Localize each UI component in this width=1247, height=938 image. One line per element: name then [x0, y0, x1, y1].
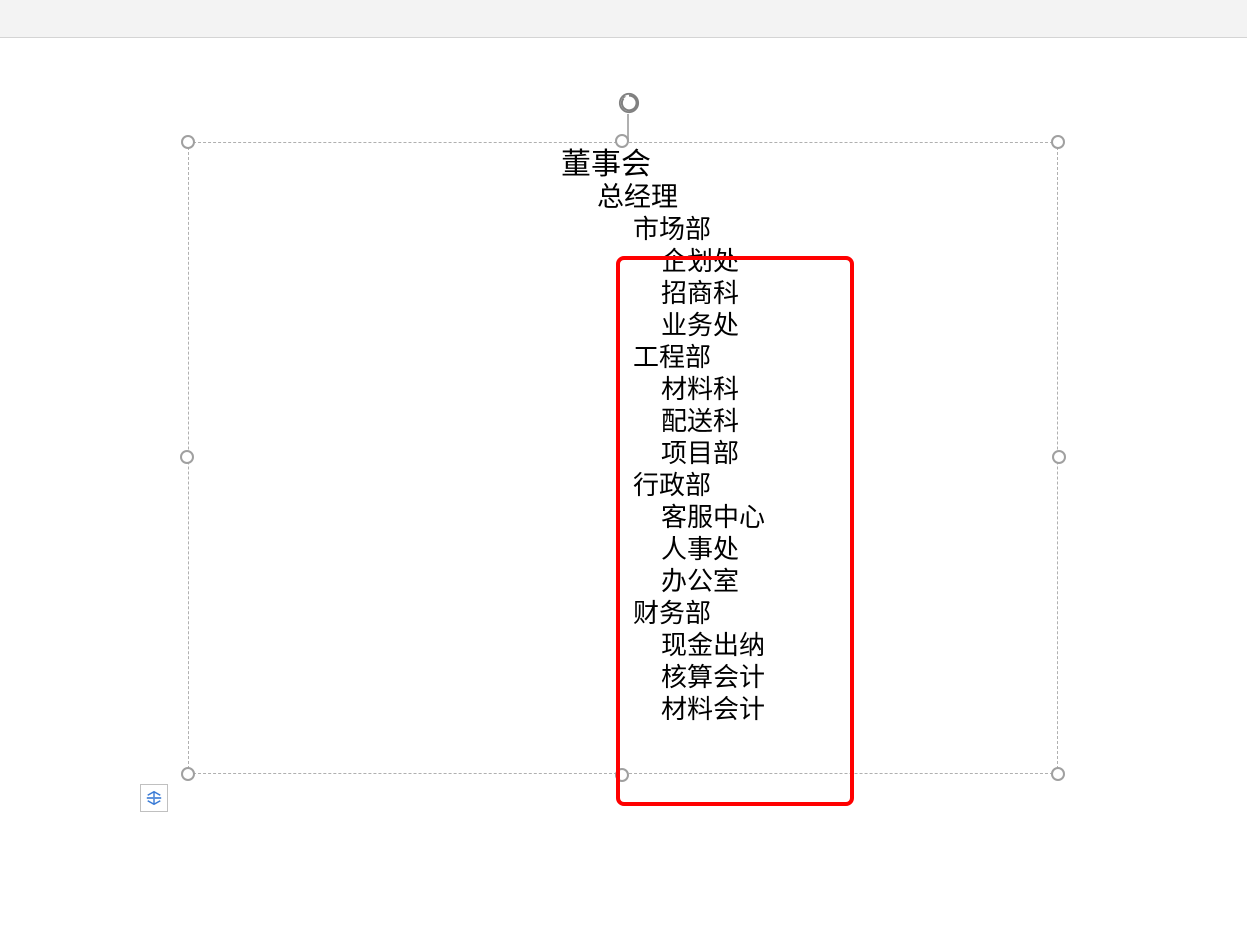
watermark-brand: Bai [1006, 837, 1071, 885]
outline-child[interactable]: 材料会计 [561, 693, 765, 725]
outline-child[interactable]: 企划处 [561, 245, 765, 277]
resize-handle-middle-left[interactable] [180, 450, 194, 464]
outline-child[interactable]: 项目部 [561, 437, 765, 469]
ribbon-placeholder [0, 0, 1247, 38]
resize-handle-middle-right[interactable] [1052, 450, 1066, 464]
paw-icon [1077, 841, 1127, 881]
outline-child[interactable]: 材料科 [561, 373, 765, 405]
outline-dept[interactable]: 财务部 [561, 597, 765, 629]
document-canvas[interactable]: 董事会 总经理 市场部 企划处 招商科 业务处 工程部 材料科 配送科 项目部 … [0, 38, 1247, 938]
resize-handle-bottom-center[interactable] [615, 768, 629, 782]
resize-handle-bottom-right[interactable] [1051, 767, 1065, 781]
org-outline-text[interactable]: 董事会 总经理 市场部 企划处 招商科 业务处 工程部 材料科 配送科 项目部 … [561, 149, 765, 725]
smartart-selection-box[interactable]: 董事会 总经理 市场部 企划处 招商科 业务处 工程部 材料科 配送科 项目部 … [188, 142, 1058, 774]
resize-handle-top-right[interactable] [1051, 135, 1065, 149]
outline-child[interactable]: 核算会计 [561, 661, 765, 693]
outline-child[interactable]: 配送科 [561, 405, 765, 437]
outline-dept[interactable]: 工程部 [561, 341, 765, 373]
resize-handle-bottom-left[interactable] [181, 767, 195, 781]
outline-level-0[interactable]: 董事会 [561, 149, 765, 181]
watermark-url: jingyan.baidu.com [1006, 887, 1217, 908]
watermark-suffix: 经验 [1133, 830, 1217, 891]
outline-child[interactable]: 办公室 [561, 565, 765, 597]
resize-handle-top-center[interactable] [615, 134, 629, 148]
rotate-handle[interactable] [618, 92, 640, 114]
outline-dept[interactable]: 行政部 [561, 469, 765, 501]
outline-child[interactable]: 客服中心 [561, 501, 765, 533]
outline-level-1[interactable]: 总经理 [561, 181, 765, 213]
outline-dept[interactable]: 市场部 [561, 213, 765, 245]
layout-options-button[interactable] [140, 784, 168, 812]
resize-handle-top-left[interactable] [181, 135, 195, 149]
outline-child[interactable]: 现金出纳 [561, 629, 765, 661]
outline-child[interactable]: 人事处 [561, 533, 765, 565]
outline-child[interactable]: 业务处 [561, 309, 765, 341]
outline-child[interactable]: 招商科 [561, 277, 765, 309]
watermark: Bai 经验 jingyan.baidu.com [1006, 830, 1217, 908]
